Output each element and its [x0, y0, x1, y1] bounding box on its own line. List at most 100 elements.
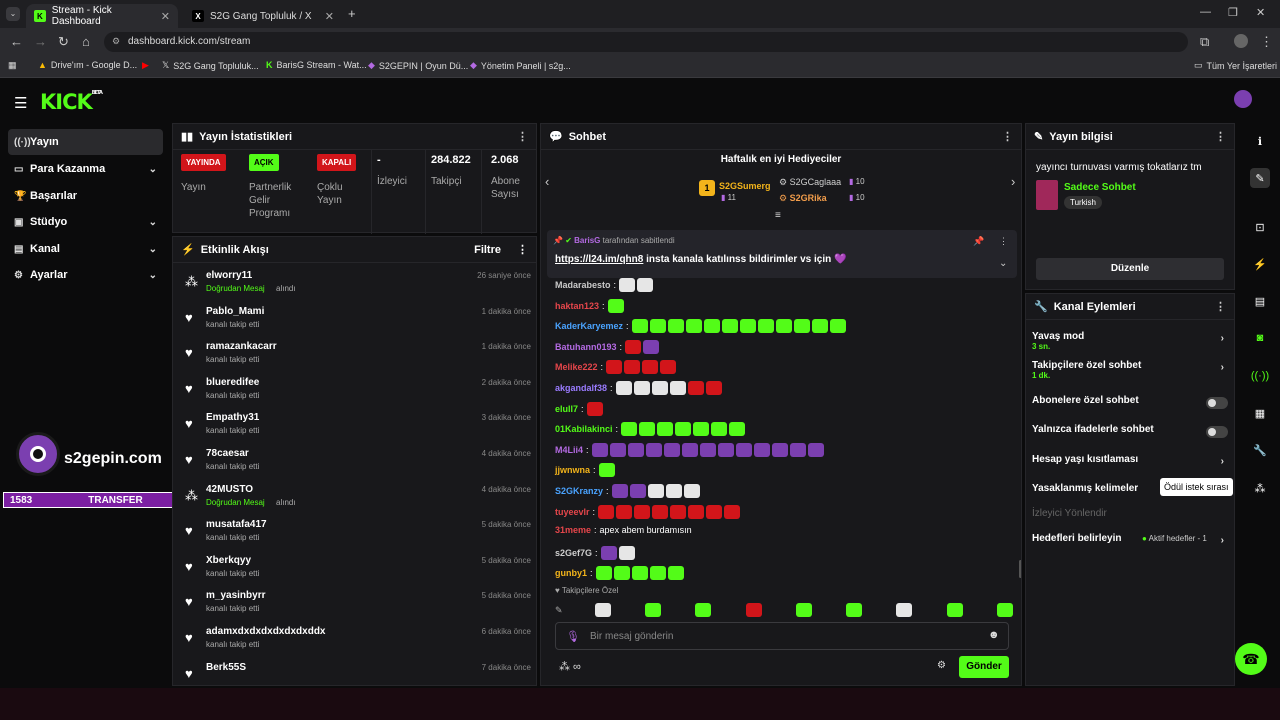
- tab-kick-dashboard[interactable]: K Stream - Kick Dashboard ✕: [26, 4, 178, 28]
- emoji-icon[interactable]: ☻: [988, 629, 1000, 641]
- send-button[interactable]: Gönder: [959, 656, 1009, 678]
- chat-username[interactable]: KaderKaryemez: [555, 321, 623, 331]
- chat-username[interactable]: jjwnwna: [555, 465, 590, 475]
- gifter-row[interactable]: ⚙ S2GCaglaaa: [779, 177, 841, 188]
- bookmark-item[interactable]: ▲ Drive'ım - Google D...: [38, 60, 137, 70]
- activity-dots-icon[interactable]: ⁂ ∞: [559, 660, 581, 673]
- subs-chat-toggle[interactable]: [1206, 397, 1228, 409]
- tab-list-button[interactable]: ⌄: [6, 7, 20, 21]
- kick-logo[interactable]: KICKBETA: [40, 90, 103, 114]
- bookmark-item[interactable]: K BarisG Stream - Wat...: [266, 60, 367, 70]
- reload-icon[interactable]: ↻: [58, 34, 69, 50]
- activity-item[interactable]: ♥ ramazankacarr kanalı takip etti 1 dakika …: [181, 338, 531, 372]
- wrench-icon[interactable]: 🔧: [1250, 440, 1270, 460]
- chat-username[interactable]: Madarabesto: [555, 280, 611, 290]
- chat-username[interactable]: elull7: [555, 404, 578, 414]
- lightning-icon[interactable]: ⚡: [1250, 254, 1270, 274]
- hamburger-menu-icon[interactable]: ☰: [14, 94, 27, 112]
- age-limit-row[interactable]: Hesap yaşı kısıtlaması ›: [1032, 454, 1228, 467]
- activity-item[interactable]: ♥ adamxdxdxdxdxdxdxddx kanalı takip etti 6 …: [181, 623, 531, 657]
- activity-item[interactable]: ♥ m_yasinbyrr kanalı takip etti 5 dakika ön…: [181, 587, 531, 621]
- layout-icon[interactable]: ▦: [1250, 403, 1270, 423]
- more-options-icon[interactable]: ⋮: [517, 130, 528, 143]
- activity-item[interactable]: ♥ Berk55S 7 dakika önce: [181, 659, 531, 685]
- emote[interactable]: [695, 603, 712, 617]
- forward-icon[interactable]: →: [34, 34, 47, 49]
- category-link[interactable]: Sadece Sohbet: [1064, 182, 1136, 193]
- chevron-down-icon[interactable]: ⌄: [999, 258, 1007, 269]
- activity-item[interactable]: ♥ blueredifee kanalı takip etti 2 dakika ön…: [181, 374, 531, 408]
- bookmark-item[interactable]: ◆ S2GEPIN | Oyun Dü...: [368, 60, 468, 71]
- tab-s2g-x[interactable]: X S2G Gang Topluluk / X ✕: [184, 4, 342, 28]
- chat-username[interactable]: 31meme: [555, 525, 591, 535]
- chat-icon[interactable]: ◙: [1250, 328, 1270, 348]
- emote[interactable]: [996, 603, 1013, 617]
- emote[interactable]: [896, 603, 913, 617]
- chat-username[interactable]: gunby1: [555, 568, 587, 578]
- extensions-icon[interactable]: ⧉: [1200, 34, 1209, 50]
- edit-button[interactable]: Düzenle: [1036, 258, 1224, 280]
- document-icon[interactable]: ▤: [1250, 291, 1270, 311]
- close-tab-icon[interactable]: ✕: [161, 10, 170, 23]
- sidebar-item-kanal[interactable]: ▤ Kanal ⌄: [8, 236, 163, 262]
- bookmark-item[interactable]: 𝕏 S2G Gang Topluluk...: [162, 60, 259, 71]
- activity-username[interactable]: Pablo_Mami: [206, 306, 264, 317]
- minimize-icon[interactable]: —: [1200, 6, 1211, 18]
- activity-username[interactable]: blueredifee: [206, 377, 259, 388]
- goals-row[interactable]: Hedefleri belirleyin ● Aktif hedefler - 1…: [1032, 533, 1228, 546]
- emote[interactable]: [745, 603, 762, 617]
- activity-username[interactable]: musatafa417: [206, 519, 267, 530]
- info-icon[interactable]: ℹ: [1250, 131, 1270, 151]
- activity-item[interactable]: ♥ Empathy31 kanalı takip etti 3 dakika önce: [181, 409, 531, 443]
- collapse-icon[interactable]: ≡: [775, 210, 781, 221]
- sidebar-item-ayarlar[interactable]: ⚙ Ayarlar ⌄: [8, 262, 163, 288]
- back-icon[interactable]: ←: [10, 34, 23, 49]
- activity-username[interactable]: Empathy31: [206, 412, 259, 423]
- chat-username[interactable]: s2Gef7G: [555, 548, 592, 558]
- sidebar-item-yayin[interactable]: ((·)) Yayın: [8, 129, 163, 155]
- apps-icon[interactable]: ▦: [8, 60, 17, 71]
- restore-icon[interactable]: ❐: [1228, 6, 1238, 19]
- activity-username[interactable]: elworry11: [206, 270, 252, 281]
- menu-icon[interactable]: ⋮: [1260, 34, 1273, 50]
- site-info-icon[interactable]: ⚙: [112, 36, 120, 47]
- profile-avatar[interactable]: [1234, 34, 1248, 48]
- home-icon[interactable]: ⌂: [82, 34, 90, 49]
- gifter-row[interactable]: ⚙ S2GRika: [779, 193, 827, 204]
- url-field[interactable]: dashboard.kick.com/stream: [104, 32, 1188, 52]
- more-options-icon[interactable]: ⋮: [999, 236, 1008, 247]
- bookmark-youtube[interactable]: ▶: [142, 60, 149, 71]
- new-tab-icon[interactable]: +: [348, 6, 356, 21]
- chat-username[interactable]: tuyeevlr: [555, 507, 590, 517]
- pencil-icon[interactable]: ✎: [1250, 168, 1270, 188]
- chevron-left-icon[interactable]: ‹: [545, 174, 549, 189]
- close-window-icon[interactable]: ✕: [1256, 6, 1265, 19]
- activity-item[interactable]: ⁂ 42MUSTO Doğrudan Mesaj alındı 4 dakika önc…: [181, 481, 531, 515]
- pen-icon[interactable]: ✎: [555, 605, 563, 616]
- user-avatar[interactable]: [1234, 90, 1252, 108]
- activity-item[interactable]: ♥ Pablo_Mami kanalı takip etti 1 dakika önc…: [181, 303, 531, 337]
- filter-button[interactable]: Filtre: [474, 244, 501, 256]
- close-tab-icon[interactable]: ✕: [325, 10, 334, 23]
- more-options-icon[interactable]: ⋮: [1215, 130, 1226, 143]
- crop-icon[interactable]: ⊡: [1250, 217, 1270, 237]
- emote[interactable]: [645, 603, 662, 617]
- chat-username[interactable]: S2GKranzy: [555, 486, 603, 496]
- bookmark-item[interactable]: ◆ Yönetim Paneli | s2g...: [470, 60, 571, 71]
- support-icon[interactable]: ☎: [1235, 643, 1267, 675]
- chat-username[interactable]: akgandalf38: [555, 383, 607, 393]
- chat-username[interactable]: haktan123: [555, 301, 599, 311]
- chat-scrollbar[interactable]: [1019, 560, 1021, 578]
- more-options-icon[interactable]: ⋮: [517, 243, 528, 256]
- reward-queue-icon[interactable]: ⁂: [1250, 478, 1270, 498]
- pin-icon[interactable]: 📌: [973, 236, 984, 247]
- sidebar-item-basarilar[interactable]: 🏆 Başarılar: [8, 183, 163, 209]
- activity-item[interactable]: ♥ Xberkqyy kanalı takip etti 5 dakika önce: [181, 552, 531, 586]
- chat-input[interactable]: 🎙 Bir mesaj gönderin ☻: [555, 622, 1009, 650]
- activity-item[interactable]: ⁂ elworry11 Doğrudan Mesaj alındı 26 saniye …: [181, 267, 531, 301]
- emote[interactable]: [795, 603, 812, 617]
- emote[interactable]: [846, 603, 863, 617]
- chat-username[interactable]: 01Kabilakinci: [555, 424, 613, 434]
- slow-mode-row[interactable]: Yavaş mod 3 sn. ›: [1032, 331, 1228, 351]
- gifter-name[interactable]: S2GSumerg: [719, 181, 771, 191]
